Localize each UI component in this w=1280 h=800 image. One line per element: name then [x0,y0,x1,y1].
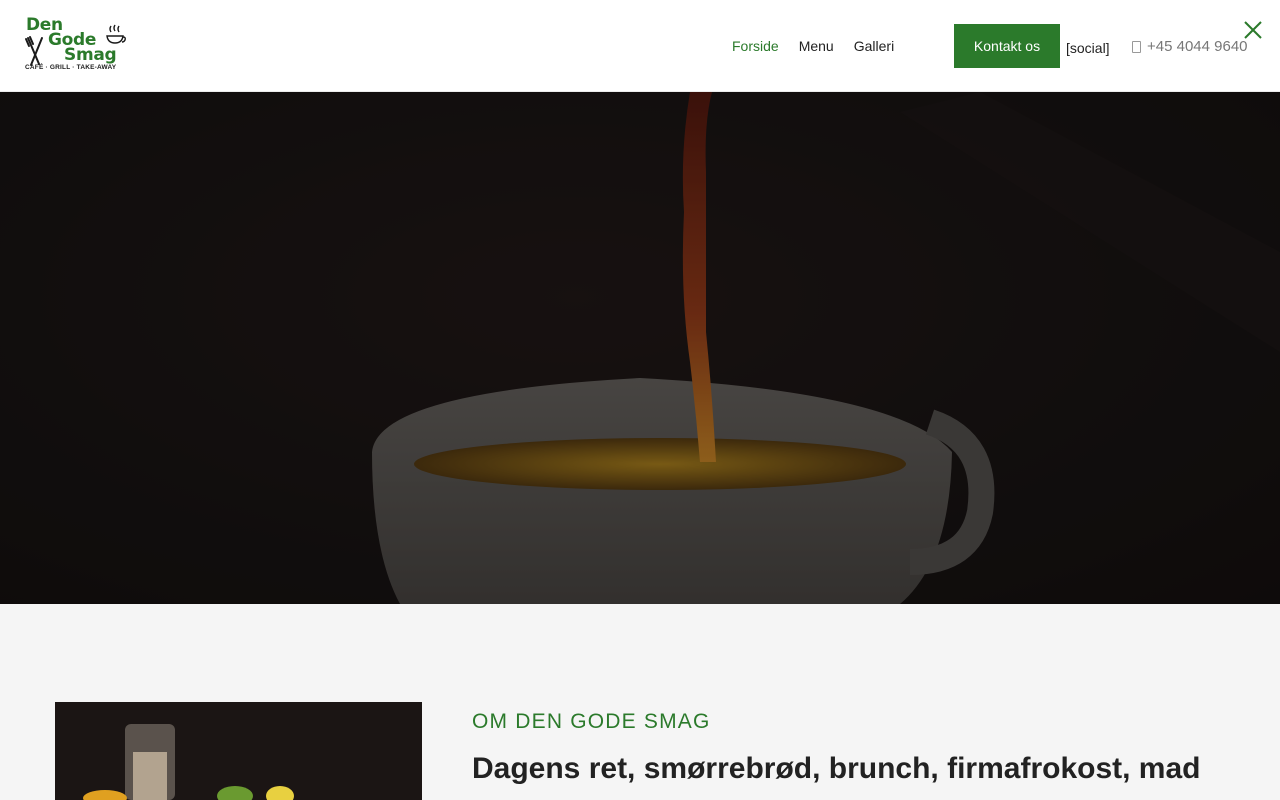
contact-button[interactable]: Kontakt os [954,24,1060,68]
phone-link[interactable]: +45 4044 9640 [1132,38,1248,55]
main-nav: Forside Menu Galleri [732,38,894,54]
site-header: Den Gode Smag CAFÉ · GRILL · TAKE-AWAY F… [0,0,1280,92]
logo-line-3: Smag [64,45,117,65]
logo-wordmark: Den Gode Smag [24,17,117,65]
about-title: Dagens ret, smørrebrød, brunch, firmafro… [472,752,1201,785]
about-eyebrow: OM DEN GODE SMAG [472,710,711,733]
social-links[interactable]: [social] [1066,40,1110,56]
coffee-pour-image [0,92,1280,604]
about-food-image [55,702,422,800]
logo-tagline: CAFÉ · GRILL · TAKE-AWAY [25,64,117,71]
nav-item-galleri[interactable]: Galleri [854,38,894,54]
phone-icon [1132,40,1141,53]
nav-item-forside[interactable]: Forside [732,38,779,54]
nav-item-menu[interactable]: Menu [799,38,834,54]
hero-banner [0,92,1280,604]
logo[interactable]: Den Gode Smag CAFÉ · GRILL · TAKE-AWAY [24,17,128,76]
close-icon[interactable] [1243,20,1263,40]
phone-number: +45 4044 9640 [1147,38,1248,55]
